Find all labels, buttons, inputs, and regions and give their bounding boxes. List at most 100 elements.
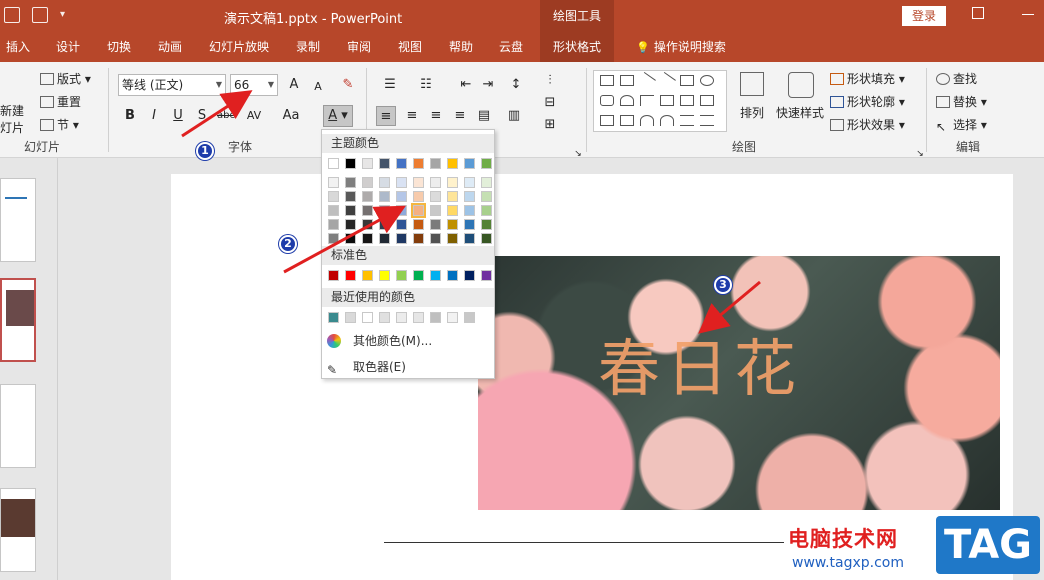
theme-shade-swatch[interactable]	[430, 205, 441, 216]
theme-shade-swatch[interactable]	[328, 177, 339, 188]
arrange-icon[interactable]	[740, 72, 764, 96]
quick-styles-button[interactable]: 快速样式	[776, 104, 824, 121]
distribute-icon[interactable]: ▤	[474, 106, 494, 126]
theme-shade-swatch[interactable]	[464, 219, 475, 230]
print-preview-icon[interactable]	[32, 7, 48, 23]
recent-color-swatch[interactable]	[430, 312, 441, 323]
eyedropper-item[interactable]: ✎ 取色器(E)	[327, 358, 406, 377]
theme-shade-swatch[interactable]	[413, 191, 424, 202]
underline-button[interactable]: U	[168, 106, 188, 126]
shape-gallery[interactable]	[593, 70, 727, 132]
decrease-indent-icon[interactable]: ⇤	[456, 75, 476, 95]
customize-qat-icon[interactable]: ▾	[60, 7, 68, 23]
ribbon-display-icon[interactable]	[972, 7, 984, 19]
textbox-vertical-shape-icon[interactable]	[620, 75, 634, 86]
justify-icon[interactable]: ≡	[450, 106, 470, 126]
standard-color-swatch[interactable]	[413, 270, 424, 281]
theme-color-swatch[interactable]	[362, 158, 373, 169]
theme-shade-swatch[interactable]	[447, 219, 458, 230]
shape-outline-button[interactable]: 形状轮廓 ▾	[830, 93, 905, 110]
text-direction-icon[interactable]: ⫶	[540, 71, 560, 91]
theme-shade-swatch[interactable]	[447, 191, 458, 202]
theme-shade-swatch[interactable]	[413, 233, 424, 244]
theme-shade-swatch[interactable]	[430, 177, 441, 188]
slide-image-text[interactable]: 春日花	[598, 318, 802, 408]
recent-color-swatch[interactable]	[464, 312, 475, 323]
replace-button[interactable]: 替换 ▾	[936, 93, 987, 110]
tab-view[interactable]: 视图	[396, 32, 424, 62]
slide-thumbnail-1[interactable]	[0, 178, 36, 262]
theme-shade-swatch[interactable]	[396, 205, 407, 216]
font-name-combo[interactable]: 等线 (正文) ▼	[118, 74, 226, 96]
theme-color-swatch[interactable]	[345, 158, 356, 169]
bold-button[interactable]: B	[120, 106, 140, 126]
recent-color-swatch[interactable]	[328, 312, 339, 323]
standard-color-swatch[interactable]	[447, 270, 458, 281]
oval-shape-icon[interactable]	[700, 75, 714, 86]
new-slide-button[interactable]: 新建 灯片	[0, 102, 24, 136]
login-button[interactable]: 登录	[902, 6, 946, 26]
standard-color-swatch[interactable]	[379, 270, 390, 281]
theme-shade-swatch[interactable]	[379, 191, 390, 202]
theme-shade-swatch[interactable]	[362, 205, 373, 216]
theme-shade-swatch[interactable]	[396, 191, 407, 202]
bullets-icon[interactable]: ☰	[380, 75, 400, 95]
theme-shade-swatch[interactable]	[362, 219, 373, 230]
slide-line[interactable]	[384, 542, 784, 543]
slide-thumbnail-2[interactable]	[0, 278, 36, 362]
tell-me-search[interactable]: 操作说明搜索	[628, 32, 734, 62]
find-button[interactable]: 查找	[936, 70, 977, 87]
theme-shade-swatch[interactable]	[379, 177, 390, 188]
theme-shade-swatch[interactable]	[379, 219, 390, 230]
textbox-shape-icon[interactable]	[600, 75, 614, 86]
theme-shade-swatch[interactable]	[413, 177, 424, 188]
standard-color-swatch[interactable]	[345, 270, 356, 281]
theme-shade-swatch[interactable]	[447, 205, 458, 216]
theme-shade-swatch[interactable]	[328, 233, 339, 244]
standard-color-swatch[interactable]	[362, 270, 373, 281]
tab-review[interactable]: 审阅	[345, 32, 373, 62]
theme-shade-swatch[interactable]	[447, 177, 458, 188]
recent-color-swatch[interactable]	[396, 312, 407, 323]
theme-shade-swatch[interactable]	[464, 191, 475, 202]
theme-shade-swatch[interactable]	[345, 205, 356, 216]
strikethrough-icon[interactable]: abc	[216, 106, 236, 126]
line-spacing-icon[interactable]: ↕	[506, 75, 526, 95]
wave-shape-icon[interactable]	[660, 115, 674, 126]
elbow-connector-shape-icon[interactable]	[640, 95, 654, 106]
theme-shade-swatch[interactable]	[464, 205, 475, 216]
theme-color-swatch[interactable]	[430, 158, 441, 169]
arrange-button[interactable]: 排列	[740, 104, 764, 121]
arc-shape-icon[interactable]	[640, 115, 654, 126]
layout-button[interactable]: 版式 ▾	[40, 70, 91, 87]
section-button[interactable]: 节 ▾	[40, 116, 79, 133]
theme-shade-swatch[interactable]	[481, 233, 492, 244]
theme-shade-swatch[interactable]	[464, 177, 475, 188]
theme-shade-swatch[interactable]	[328, 205, 339, 216]
theme-shade-swatch[interactable]	[481, 205, 492, 216]
smartart-icon[interactable]: ⊞	[540, 115, 560, 135]
theme-shade-swatch[interactable]	[345, 233, 356, 244]
rectangle-shape-icon[interactable]	[680, 75, 694, 86]
slide-thumbnail-3[interactable]	[0, 384, 36, 468]
theme-shade-swatch[interactable]	[447, 233, 458, 244]
standard-color-swatch[interactable]	[396, 270, 407, 281]
shape-effects-button[interactable]: 形状效果 ▾	[830, 116, 905, 133]
grow-font-button[interactable]: A	[284, 75, 304, 95]
bracket-shape-icon[interactable]	[700, 115, 714, 126]
theme-shade-swatch[interactable]	[379, 233, 390, 244]
tab-help[interactable]: 帮助	[447, 32, 475, 62]
star-shape-icon[interactable]	[600, 115, 614, 126]
shape-fill-button[interactable]: 形状填充 ▾	[830, 70, 905, 87]
numbering-icon[interactable]: ☷	[416, 75, 436, 95]
tab-insert[interactable]: 插入	[4, 32, 32, 62]
brace-shape-icon[interactable]	[680, 115, 694, 126]
theme-shade-swatch[interactable]	[328, 191, 339, 202]
align-text-icon[interactable]: ⊟	[540, 93, 560, 113]
rounded-rect-shape-icon[interactable]	[600, 95, 614, 106]
standard-color-swatch[interactable]	[328, 270, 339, 281]
theme-shade-swatch[interactable]	[396, 219, 407, 230]
recent-color-swatch[interactable]	[379, 312, 390, 323]
theme-shade-swatch[interactable]	[481, 191, 492, 202]
theme-shade-swatch[interactable]	[328, 219, 339, 230]
